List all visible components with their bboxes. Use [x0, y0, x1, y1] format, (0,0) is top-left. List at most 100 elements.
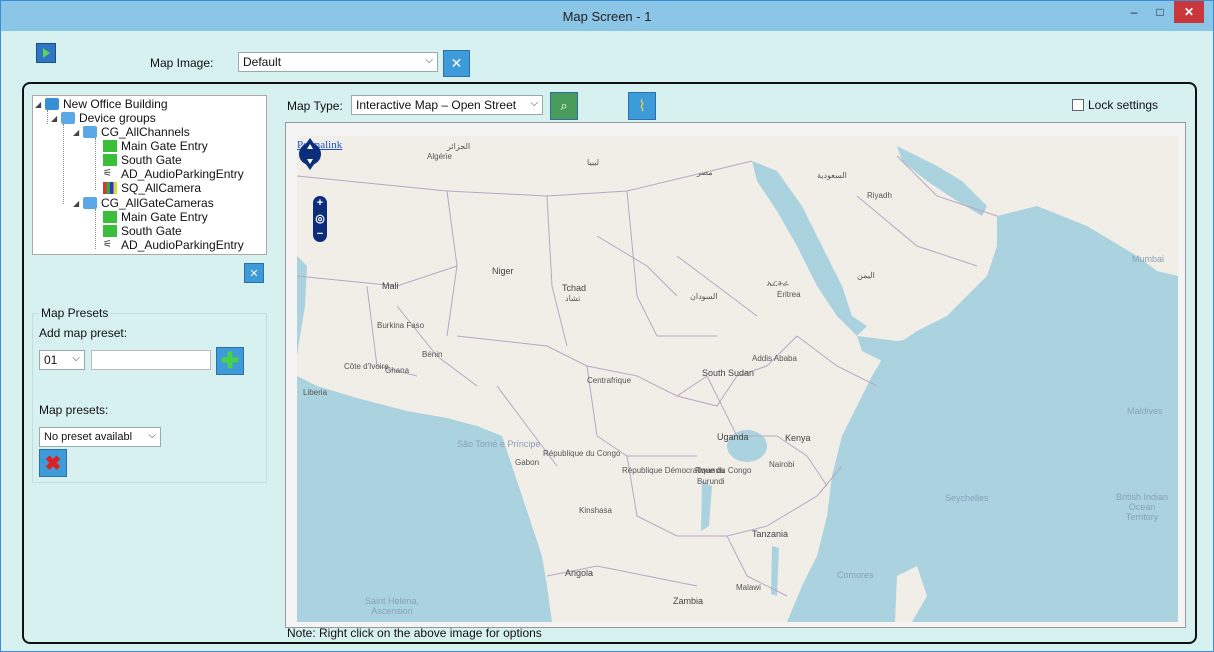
- map-label: Gabon: [515, 458, 540, 467]
- chevron-down-icon: ⌵: [425, 55, 433, 66]
- map-image-settings-button[interactable]: ✕: [443, 50, 470, 77]
- tree-node-camera[interactable]: South Gate: [103, 153, 182, 167]
- folder-icon: [83, 126, 97, 138]
- camera-icon: [103, 140, 117, 152]
- tree-node-label: South Gate: [121, 153, 182, 167]
- lock-settings-checkbox[interactable]: [1072, 99, 1084, 111]
- clear-map-button[interactable]: ⌇: [628, 92, 656, 120]
- map-type-label: Map Type:: [287, 99, 343, 113]
- map-label: Nairobi: [769, 460, 795, 469]
- tree-line: [63, 124, 64, 204]
- tree-settings-button[interactable]: ✕: [244, 263, 264, 283]
- tree-node-group[interactable]: ◢ CG_AllChannels: [73, 125, 190, 139]
- delete-preset-button[interactable]: ✖: [39, 449, 67, 477]
- map-type-value: Interactive Map – Open Street: [356, 98, 517, 112]
- tree-node-root[interactable]: ◢ New Office Building: [35, 97, 168, 111]
- tree-node-audio[interactable]: ⚟ AD_AudioParkingEntry: [103, 167, 244, 181]
- tree-node-camera[interactable]: Main Gate Entry: [103, 210, 208, 224]
- map-label: Liberia: [303, 388, 328, 397]
- tree-node-audio[interactable]: ⚟ AD_AudioParkingEntry: [103, 238, 244, 252]
- map-label: الجزائر: [447, 142, 471, 151]
- map-note: Note: Right click on the above image for…: [287, 626, 542, 640]
- camera-icon: [103, 211, 117, 223]
- folder-icon: [61, 112, 75, 124]
- map-label: Rwanda: [695, 466, 725, 475]
- map-label: Algérie: [427, 152, 452, 161]
- map-label: Mali: [382, 281, 399, 291]
- map-label: Côte d'Ivoire: [344, 362, 389, 371]
- map-label: تشاد: [565, 294, 581, 303]
- zoom-out-icon[interactable]: −: [317, 229, 323, 240]
- map-presets-select[interactable]: No preset availabl ⌵: [39, 427, 161, 447]
- tree-line: [47, 110, 48, 124]
- lock-settings-toggle[interactable]: Lock settings: [1072, 98, 1158, 112]
- pan-control-icon[interactable]: [297, 136, 323, 172]
- chevron-down-icon: ⌵: [72, 353, 80, 364]
- globe-icon[interactable]: ◎: [315, 213, 325, 225]
- map-type-select[interactable]: Interactive Map – Open Street ⌵: [351, 95, 543, 115]
- map-label: São Tomé e Príncipe: [457, 439, 541, 449]
- tree-node-label: CG_AllChannels: [101, 125, 190, 139]
- folder-icon: [83, 197, 97, 209]
- close-button[interactable]: ✕: [1174, 1, 1204, 23]
- map-label: British Indian Ocean Territory: [1115, 492, 1169, 522]
- map-label: Niger: [492, 266, 514, 276]
- map-image-select[interactable]: Default ⌵: [238, 52, 438, 72]
- map-screen-window: Map Screen - 1 – □ ✕ Map Image: Default …: [0, 0, 1214, 652]
- preset-name-input[interactable]: [91, 350, 211, 370]
- map-magnifier-icon: ⌕: [560, 98, 568, 113]
- zoom-control[interactable]: + ◎ −: [313, 196, 327, 242]
- map-label: Uganda: [717, 432, 749, 442]
- audio-device-icon: ⚟: [103, 168, 112, 179]
- tree-node-label: Device groups: [79, 111, 156, 125]
- maximize-button[interactable]: □: [1147, 1, 1173, 23]
- tree-node-group[interactable]: ◢ CG_AllGateCameras: [73, 196, 214, 210]
- tree-node-sequence[interactable]: SQ_AllCamera: [103, 181, 201, 195]
- tree-node-device-groups[interactable]: ◢ Device groups: [51, 111, 156, 125]
- map-label: Addis Ababa: [752, 354, 797, 363]
- audio-device-icon: ⚟: [103, 239, 112, 250]
- map-image-value: Default: [243, 55, 282, 69]
- map-label: Tchad: [562, 283, 587, 293]
- tree-node-label: CG_AllGateCameras: [101, 196, 214, 210]
- map-label: ኤርትራ: [767, 279, 789, 288]
- tree-node-label: AD_AudioParkingEntry: [121, 238, 244, 252]
- tree-node-camera[interactable]: Main Gate Entry: [103, 139, 208, 153]
- map-label: السعودية: [817, 171, 847, 180]
- broom-icon: ⌇: [638, 98, 646, 115]
- plus-icon: ✚: [220, 348, 240, 373]
- tree-node-camera[interactable]: South Gate: [103, 224, 182, 238]
- map-label: Eritrea: [777, 290, 801, 299]
- chevron-down-icon: ⌵: [530, 98, 538, 109]
- map-label: Riyadh: [867, 191, 892, 200]
- play-button[interactable]: [36, 43, 56, 63]
- map-label: Tanzania: [752, 529, 789, 539]
- map-label: Maldives: [1127, 406, 1163, 416]
- map-label: السودان: [690, 292, 718, 301]
- preset-number-select[interactable]: 01 ⌵: [39, 350, 85, 370]
- map-label: Comores: [837, 570, 874, 580]
- map-label: Ghana: [385, 366, 410, 375]
- map-label: Mumbai: [1132, 254, 1165, 264]
- preset-number-value: 01: [44, 353, 58, 367]
- map-label: Centrafrique: [587, 376, 632, 385]
- map-label: Saint Helena, Ascension: [364, 596, 420, 616]
- delete-icon: ✖: [44, 452, 62, 475]
- map-canvas[interactable]: Permalink + ◎ − الجزائر Algérie ليبيا مص…: [297, 136, 1178, 622]
- map-search-button[interactable]: ⌕: [550, 92, 578, 120]
- minimize-button[interactable]: –: [1121, 1, 1147, 23]
- chevron-down-icon: ⌵: [148, 430, 156, 441]
- add-preset-button[interactable]: ✚: [216, 347, 244, 375]
- map-label: Burkina Faso: [377, 321, 425, 330]
- device-tree[interactable]: ◢ New Office Building ◢ Device groups ◢ …: [32, 95, 267, 255]
- map-presets-label: Map presets:: [39, 403, 109, 417]
- expand-icon: ◢: [73, 198, 80, 208]
- map-label: Seychelles: [945, 493, 989, 503]
- tree-node-label: SQ_AllCamera: [121, 181, 202, 195]
- map-image-label: Map Image:: [150, 56, 214, 70]
- zoom-in-icon[interactable]: +: [317, 198, 323, 209]
- map-label: Bénin: [422, 350, 443, 359]
- title-bar[interactable]: Map Screen - 1 – □ ✕: [1, 1, 1213, 31]
- ptz-camera-icon: [103, 225, 117, 237]
- map-label: République du Congo: [543, 449, 621, 458]
